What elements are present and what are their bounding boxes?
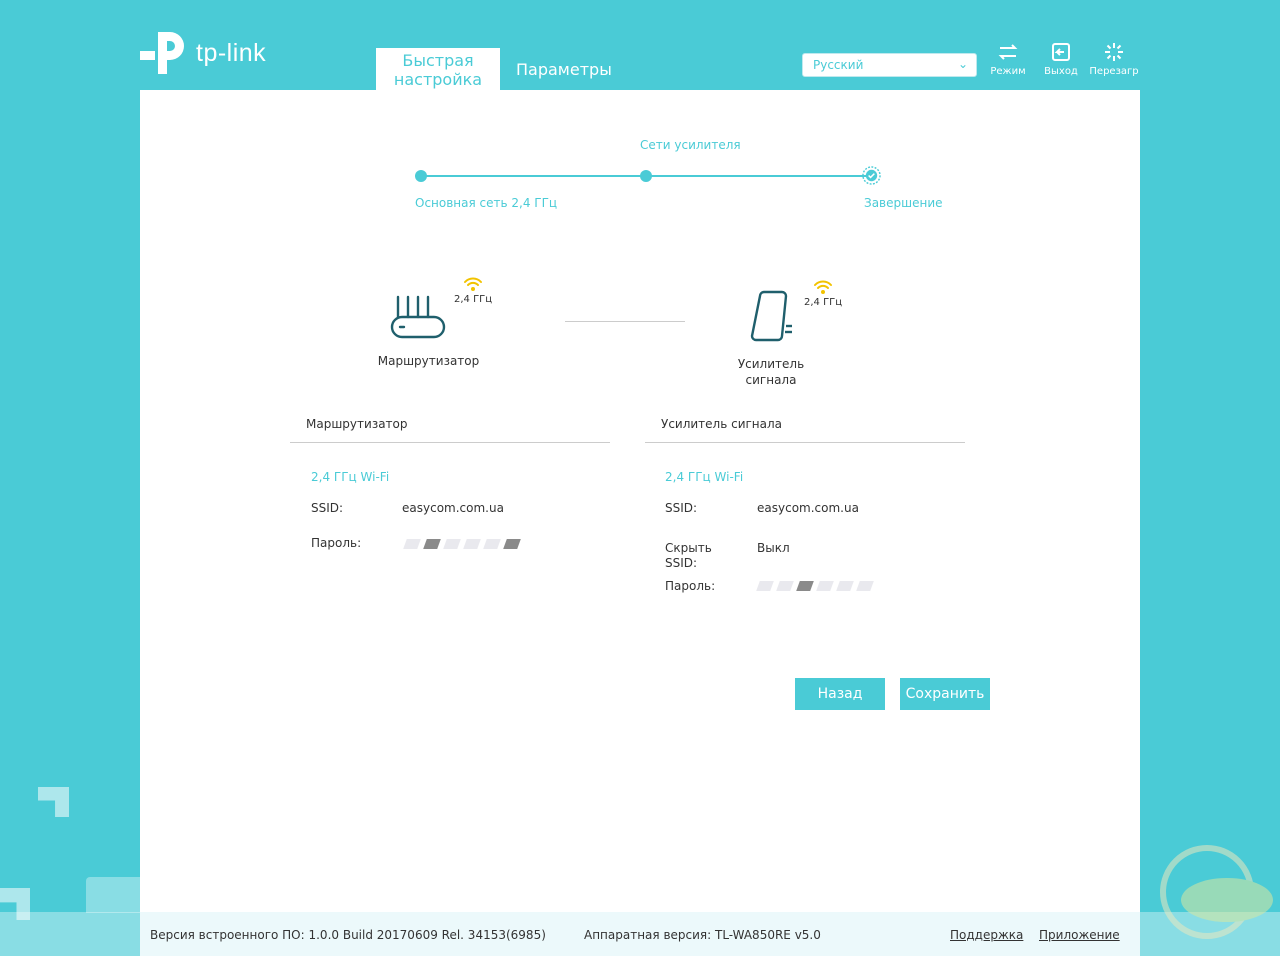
support-link[interactable]: Поддержка (950, 928, 1023, 942)
router-password-label: Пароль: (311, 536, 362, 550)
logo-text: tp-link (196, 38, 267, 67)
footer: Версия встроенного ПО: 1.0.0 Build 20170… (140, 912, 1140, 956)
extender-password-label: Пароль: (665, 579, 716, 593)
tp-link-logo-icon (140, 32, 184, 74)
range-extender-icon (750, 290, 792, 342)
step-title-extender-networks: Сети усилителя (640, 138, 741, 152)
step-complete-icon (862, 166, 881, 185)
extender-hide-ssid-label: Скрыть SSID: (665, 541, 712, 570)
reboot-icon (1105, 43, 1123, 61)
router-band-title: 2,4 ГГц Wi-Fi (311, 470, 390, 484)
app-link[interactable]: Приложение (1039, 928, 1120, 942)
chevron-down-icon: ⌄ (957, 57, 968, 71)
extender-band-title: 2,4 ГГц Wi-Fi (665, 470, 744, 484)
tp-link-logo: tp-link (140, 28, 266, 78)
language-select[interactable]: Русский ⌄ (802, 53, 977, 77)
step-dot-1 (415, 170, 427, 182)
step-dot-2 (640, 170, 652, 182)
reboot-label: Перезагр (1089, 66, 1139, 77)
logout-icon (1052, 43, 1070, 61)
decor-square (38, 787, 69, 817)
tab-settings[interactable]: Параметры (516, 48, 626, 90)
step-label-finish: Завершение (864, 196, 943, 210)
extender-device-label: Усилитель сигнала (737, 357, 805, 387)
mode-switch-icon (998, 44, 1018, 60)
connection-line (565, 321, 685, 322)
router-password-masked (403, 536, 525, 552)
logout-label: Выход (1044, 66, 1078, 77)
router-ssid-value: easycom.com.ua (402, 501, 504, 515)
router-band-label: 2,4 ГГц (454, 294, 493, 305)
extender-ssid-value: easycom.com.ua (757, 501, 859, 515)
extender-password-masked (756, 578, 878, 594)
extender-band-badge: 2,4 ГГц (804, 279, 842, 308)
router-band-badge: 2,4 ГГц (454, 276, 492, 305)
router-section-header: Маршрутизатор (290, 417, 610, 443)
decor-square (86, 877, 142, 913)
tab-quick-setup[interactable]: Быстрая настройка (376, 48, 500, 90)
mode-label: Режим (990, 66, 1026, 77)
step-label-main-network: Основная сеть 2,4 ГГц (415, 196, 558, 210)
extender-band-label: 2,4 ГГц (804, 297, 843, 308)
router-icon (390, 295, 446, 339)
reboot-button[interactable]: Перезагр (1089, 42, 1139, 77)
hardware-version: Аппаратная версия: TL-WA850RE v5.0 (584, 928, 821, 942)
main-panel: Сети усилителя Основная сеть 2,4 ГГц Зав… (140, 90, 1140, 956)
back-button[interactable]: Назад (795, 678, 885, 710)
router-device-label: Маршрутизатор (377, 354, 480, 368)
router-ssid-label: SSID: (311, 501, 344, 515)
extender-section-header: Усилитель сигнала (645, 417, 965, 443)
save-button[interactable]: Сохранить (900, 678, 990, 710)
mode-button[interactable]: Режим (983, 42, 1033, 77)
extender-hide-ssid-value: Выкл (757, 541, 790, 555)
extender-ssid-label: SSID: (665, 501, 698, 515)
wifi-icon (814, 280, 833, 294)
wifi-icon (464, 277, 483, 291)
logout-button[interactable]: Выход (1036, 42, 1086, 77)
watermark-logo (1160, 845, 1273, 939)
firmware-version: Версия встроенного ПО: 1.0.0 Build 20170… (150, 928, 546, 942)
language-value: Русский (813, 58, 864, 72)
